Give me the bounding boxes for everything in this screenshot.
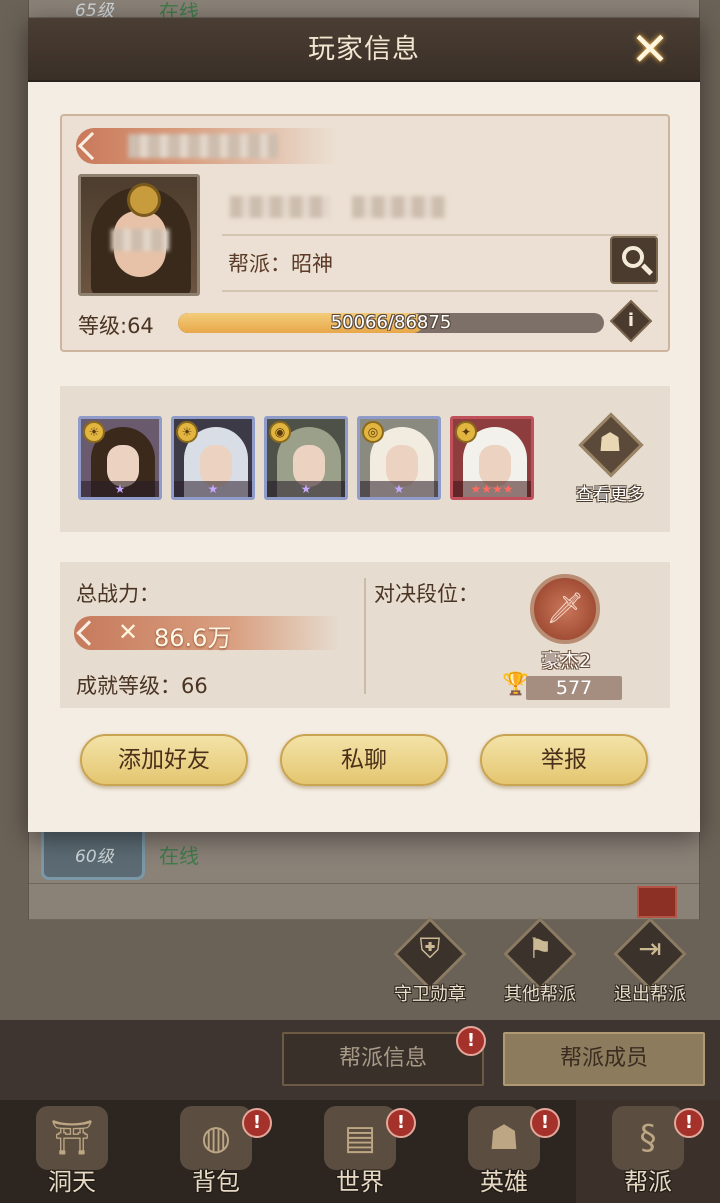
- guard-medal-button[interactable]: ⛨ 守卫勋章: [380, 917, 480, 1010]
- close-icon: ✕: [630, 22, 670, 76]
- info-icon: i: [627, 310, 635, 331]
- player-avatar: [78, 174, 200, 296]
- divider: [222, 290, 658, 292]
- tab-guild-members[interactable]: 帮派成员: [503, 1032, 705, 1086]
- level-info-button[interactable]: i: [609, 299, 653, 343]
- list-item[interactable]: 65级 在线: [29, 0, 699, 24]
- player-name-ribbon: [76, 128, 336, 164]
- tab-guild-info[interactable]: 帮派信息: [282, 1032, 484, 1086]
- search-icon: [622, 246, 644, 268]
- rank-emblem-icon: 🗡: [530, 574, 600, 644]
- bottom-nav: ⛩ 洞天 ◍ 背包 ! ▤ 世界 ! ☗ 英雄 ! § 帮派 !: [0, 1100, 720, 1203]
- achievement-level: 成就等级：66: [76, 674, 208, 698]
- nav-item-cave[interactable]: ⛩ 洞天: [0, 1100, 144, 1203]
- close-button[interactable]: ✕: [626, 26, 674, 74]
- player-info-dialog: 玩家信息 ✕ 帮派：昭神 等级:64 50066/86875 i ☀ ★ ☀ ★…: [28, 18, 700, 832]
- hero-stars: ★: [360, 481, 438, 497]
- list-item[interactable]: [29, 886, 699, 920]
- element-icon: ◉: [269, 421, 291, 443]
- hero-lineup-panel: ☀ ★ ☀ ★ ◉ ★ ◎ ★ ✦ ★★★★ ☗ 查看更多: [60, 386, 670, 532]
- hero-stars: ★: [267, 481, 345, 497]
- duel-rank-label: 对决段位：: [374, 582, 479, 606]
- private-chat-button[interactable]: 私聊: [280, 734, 448, 786]
- other-guilds-button[interactable]: ⚑ 其他帮派: [490, 917, 590, 1010]
- element-icon: ✦: [455, 421, 477, 443]
- dialog-header: 玩家信息 ✕: [28, 18, 700, 82]
- player-name-redacted: [128, 134, 278, 158]
- notification-badge: !: [674, 1108, 704, 1138]
- notification-badge: !: [386, 1108, 416, 1138]
- notification-badge: !: [456, 1026, 486, 1056]
- view-more-heroes-button[interactable]: ☗ 查看更多: [570, 412, 650, 514]
- hero-stars: ★★★★: [453, 481, 531, 497]
- leave-guild-button[interactable]: ⇥ 退出帮派: [600, 917, 700, 1010]
- nav-item-bag[interactable]: ◍ 背包 !: [144, 1100, 288, 1203]
- stats-panel: 总战力： ✕ 86.6万 成就等级：66 对决段位： 🗡 豪杰2 🏆 577: [60, 562, 670, 708]
- total-power-label: 总战力：: [76, 582, 160, 606]
- hat-hero-icon: ☗: [468, 1106, 540, 1170]
- total-power-value: 86.6万: [154, 624, 232, 652]
- profile-card: 帮派：昭神 等级:64 50066/86875 i: [60, 114, 670, 352]
- shield-icon: ⛨: [419, 932, 441, 965]
- member-status: 在线: [159, 844, 199, 868]
- guild-banner-icon: §: [612, 1106, 684, 1170]
- player-server-redacted: [352, 196, 446, 218]
- hero-card[interactable]: ☀ ★: [171, 416, 255, 500]
- nav-item-guild[interactable]: § 帮派 !: [576, 1100, 720, 1203]
- divider: [222, 234, 658, 236]
- pavilion-icon: ⛩: [36, 1106, 108, 1170]
- divider: [364, 578, 366, 694]
- hero-stars: ★: [174, 481, 252, 497]
- player-level: 等级:64: [78, 314, 154, 338]
- hat-hero-icon: ☗: [598, 428, 622, 458]
- nav-item-world[interactable]: ▤ 世界 !: [288, 1100, 432, 1203]
- hero-card[interactable]: ☀ ★: [78, 416, 162, 500]
- notification-badge: !: [530, 1108, 560, 1138]
- search-guild-button[interactable]: [610, 236, 658, 284]
- player-guild: 帮派：昭神: [228, 252, 333, 276]
- exp-progress-bar: 50066/86875: [178, 313, 604, 333]
- element-icon: ☀: [83, 421, 105, 443]
- report-button[interactable]: 举报: [480, 734, 648, 786]
- ribbon-arrow-icon: [76, 620, 102, 646]
- guild-action-bar: ⛨ 守卫勋章 ⚑ 其他帮派 ⇥ 退出帮派: [0, 917, 720, 1020]
- element-icon: ◎: [362, 421, 384, 443]
- add-friend-button[interactable]: 添加好友: [80, 734, 248, 786]
- element-icon: ☀: [176, 421, 198, 443]
- exit-door-icon: ⇥: [638, 932, 662, 965]
- exp-progress-text: 50066/86875: [330, 313, 452, 333]
- hero-card[interactable]: ✦ ★★★★: [450, 416, 534, 500]
- bag-icon: ◍: [180, 1106, 252, 1170]
- ribbon-arrow-icon: [77, 131, 107, 161]
- member-level: 60级: [75, 847, 114, 867]
- player-id-redacted: [230, 196, 330, 218]
- dialog-title: 玩家信息: [308, 34, 420, 65]
- total-power-ribbon: ✕ 86.6万: [74, 616, 340, 652]
- scroll-icon: ▤: [324, 1106, 396, 1170]
- hero-card[interactable]: ◉ ★: [264, 416, 348, 500]
- guild-tabs: 帮派信息 ! 帮派成员: [0, 1020, 720, 1100]
- notification-badge: !: [242, 1108, 272, 1138]
- crossed-swords-icon: ✕: [118, 618, 139, 646]
- hero-stars: ★: [81, 481, 159, 497]
- nav-item-hero[interactable]: ☗ 英雄 !: [432, 1100, 576, 1203]
- rank-name: 豪杰2: [540, 650, 592, 672]
- member-badge: [637, 886, 677, 918]
- rank-score: 577: [526, 676, 622, 700]
- flag-icon: ⚑: [527, 932, 553, 965]
- hero-card[interactable]: ◎ ★: [357, 416, 441, 500]
